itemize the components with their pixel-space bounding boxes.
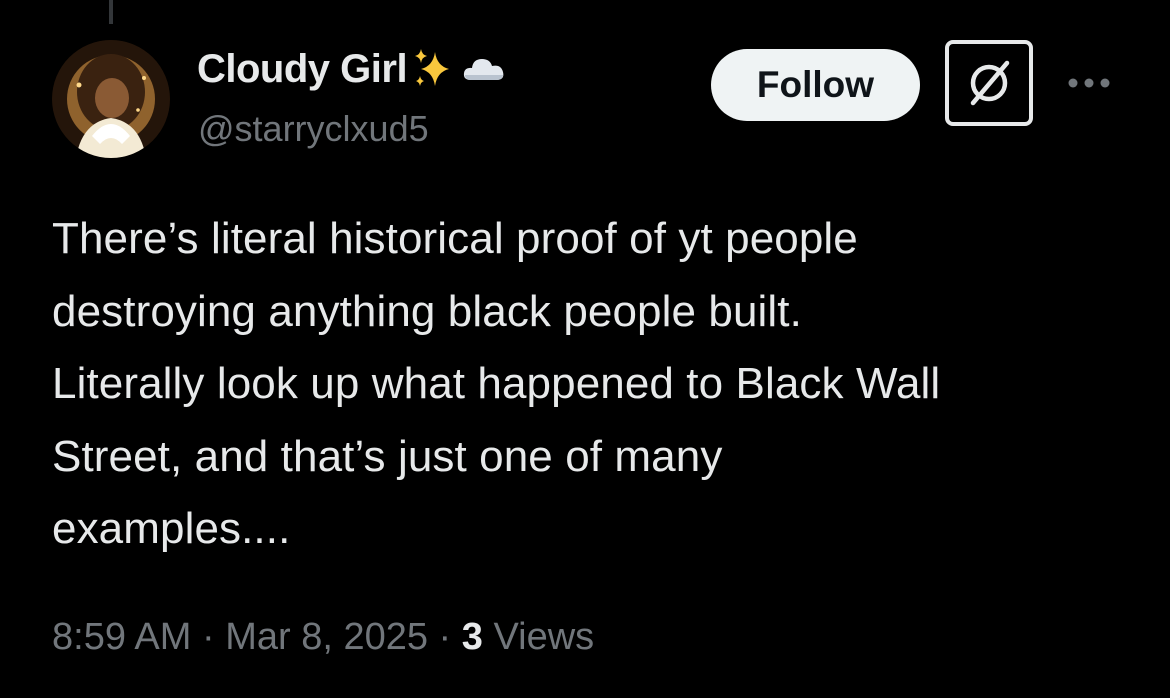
author-name-row[interactable]: Cloudy Girl — [197, 44, 507, 94]
avatar[interactable] — [52, 40, 170, 158]
grok-button[interactable] — [945, 40, 1033, 126]
follow-button[interactable]: Follow — [711, 49, 920, 121]
author-handle[interactable]: @starryclxud5 — [198, 108, 429, 150]
tweet-text: There’s literal historical proof of yt p… — [52, 214, 941, 553]
avatar-image — [52, 40, 170, 158]
meta-separator: · — [428, 615, 462, 658]
sparkles-emoji — [411, 46, 457, 92]
meta-separator: · — [191, 615, 226, 658]
thread-connector-line — [109, 0, 113, 24]
more-options-icon — [1068, 78, 1110, 88]
more-options-button[interactable] — [1064, 68, 1114, 98]
tweet-meta: 8:59 AM · Mar 8, 2025 · 3 Views — [52, 612, 594, 662]
tweet-time[interactable]: 8:59 AM — [52, 616, 191, 659]
cloud-emoji — [461, 46, 507, 92]
tweet-date[interactable]: Mar 8, 2025 — [225, 616, 428, 659]
grok-icon — [970, 60, 1010, 106]
views-label[interactable]: Views — [483, 616, 594, 659]
views-count[interactable]: 3 — [462, 616, 483, 659]
author-display-name[interactable]: Cloudy Girl — [197, 47, 408, 92]
